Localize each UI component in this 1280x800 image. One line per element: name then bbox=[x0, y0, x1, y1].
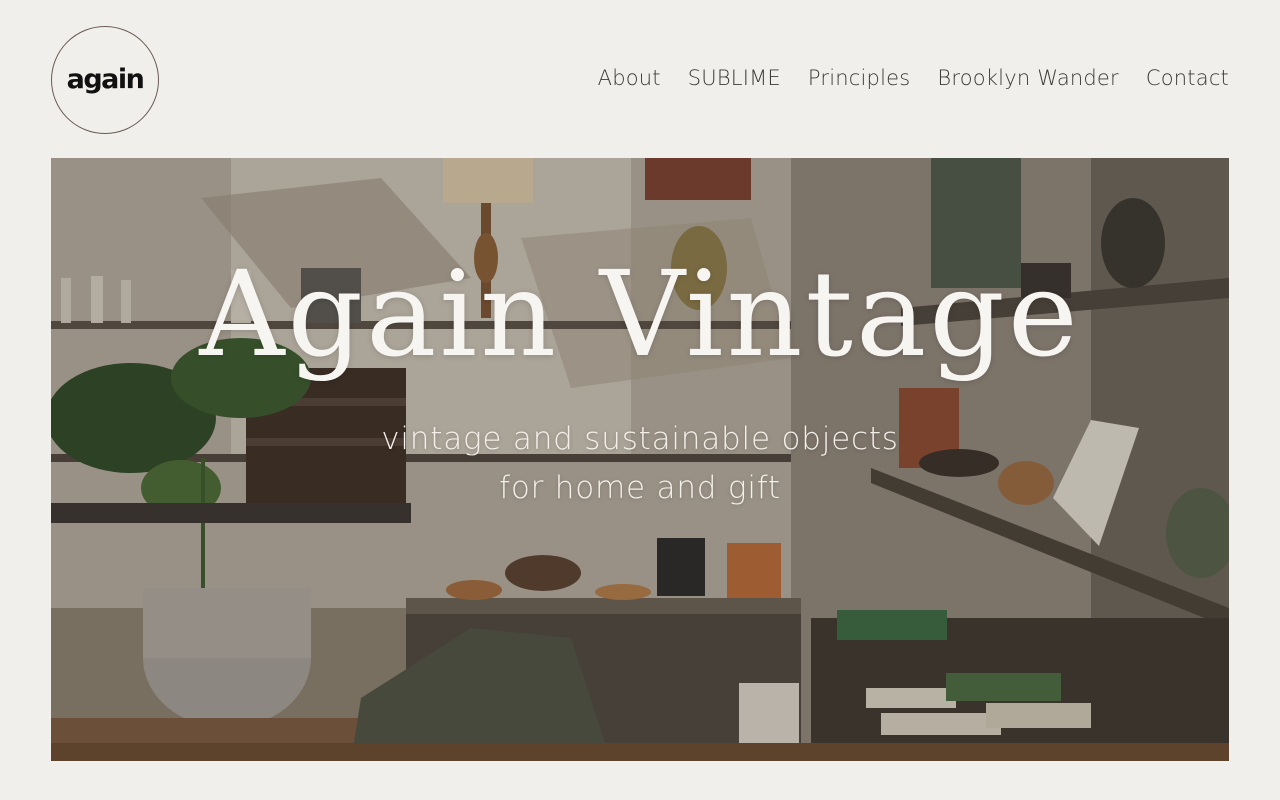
nav-item-principles[interactable]: Principles bbox=[808, 66, 910, 90]
main-nav: About SUBLIME Principles Brooklyn Wander… bbox=[598, 62, 1229, 94]
hero-banner: Again Vintage vintage and sustainable ob… bbox=[51, 158, 1229, 761]
nav-item-sublime[interactable]: SUBLIME bbox=[688, 66, 781, 90]
hero-title: Again Vintage bbox=[199, 245, 1081, 383]
nav-item-brooklyn-wander[interactable]: Brooklyn Wander bbox=[937, 66, 1119, 90]
hero-subtitle-line-2: for home and gift bbox=[499, 470, 781, 506]
nav-item-contact[interactable]: Contact bbox=[1146, 66, 1229, 90]
logo-text: again bbox=[66, 63, 145, 95]
nav-item-about[interactable]: About bbox=[598, 66, 661, 90]
hero-subtitle-line-1: vintage and sustainable objects bbox=[381, 421, 899, 457]
site-header: again About SUBLIME Principles Brooklyn … bbox=[0, 0, 1280, 158]
logo-link[interactable]: again bbox=[51, 26, 159, 134]
